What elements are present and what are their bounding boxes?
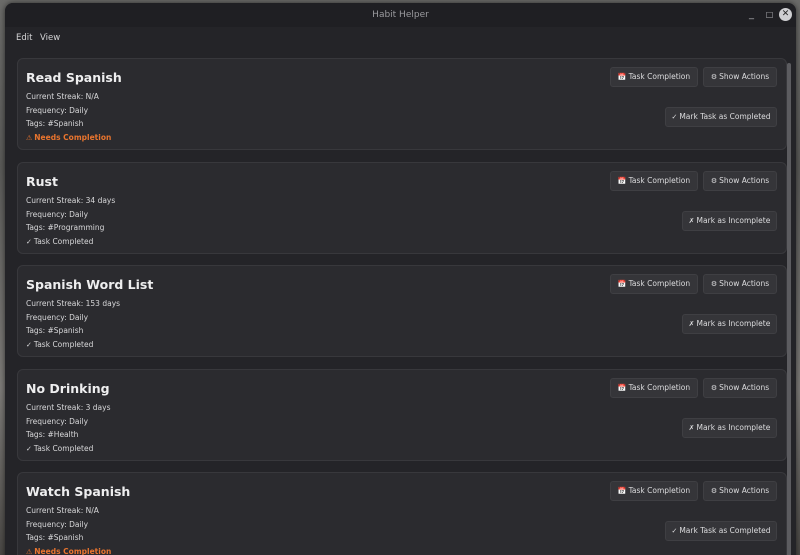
habit-status: ✓ Task Completed xyxy=(26,237,93,246)
gear-icon: ⚙ xyxy=(710,177,718,185)
show-actions-button[interactable]: ⚙ Show Actions xyxy=(703,67,777,87)
habit-card: Read Spanish Current Streak: N/A Frequen… xyxy=(17,58,787,150)
habit-card: Rust Current Streak: 34 days Frequency: … xyxy=(17,162,787,254)
habit-streak: Current Streak: N/A xyxy=(26,506,99,515)
mark-incomplete-button[interactable]: ✗ Mark as Incomplete xyxy=(682,418,777,438)
scrollbar[interactable] xyxy=(787,63,791,555)
mark-button-label: Mark as Incomplete xyxy=(696,216,771,225)
cross-icon: ✗ xyxy=(688,217,695,225)
calendar-icon: 📅 xyxy=(617,487,627,495)
minimize-icon[interactable]: _ xyxy=(745,8,758,21)
habit-status: ✓ Task Completed xyxy=(26,444,93,453)
cross-icon: ✗ xyxy=(688,424,695,432)
habit-name: Rust xyxy=(26,174,58,189)
habit-tags: Tags: #Programming xyxy=(26,223,105,232)
warning-icon: ⚠ xyxy=(26,134,33,142)
title-bar: Habit Helper _ □ ✕ xyxy=(5,3,796,27)
task-completion-button[interactable]: 📅 Task Completion xyxy=(610,378,698,398)
task-completion-button[interactable]: 📅 Task Completion xyxy=(610,481,698,501)
habit-name: Spanish Word List xyxy=(26,277,154,292)
mark-button-label: Mark as Incomplete xyxy=(696,423,771,432)
mark-button-label: Mark Task as Completed xyxy=(679,526,771,535)
show-actions-label: Show Actions xyxy=(719,383,770,392)
check-icon: ✓ xyxy=(671,113,678,121)
task-completion-button[interactable]: 📅 Task Completion xyxy=(610,171,698,191)
habit-tags: Tags: #Spanish xyxy=(26,533,84,542)
habit-status: ⚠ Needs Completion xyxy=(26,547,111,555)
habit-streak: Current Streak: 3 days xyxy=(26,403,111,412)
habit-card: Spanish Word List Current Streak: 153 da… xyxy=(17,265,787,357)
habit-card: No Drinking Current Streak: 3 days Frequ… xyxy=(17,369,787,461)
habit-streak: Current Streak: N/A xyxy=(26,92,99,101)
habit-tags: Tags: #Spanish xyxy=(26,326,84,335)
habit-frequency: Frequency: Daily xyxy=(26,210,89,219)
show-actions-button[interactable]: ⚙ Show Actions xyxy=(703,171,777,191)
habit-name: Read Spanish xyxy=(26,70,122,85)
task-completion-label: Task Completion xyxy=(628,279,691,288)
habit-status-label: Task Completed xyxy=(33,444,94,453)
calendar-icon: 📅 xyxy=(617,177,627,185)
task-completion-button[interactable]: 📅 Task Completion xyxy=(610,274,698,294)
task-completion-label: Task Completion xyxy=(628,72,691,81)
habit-name: Watch Spanish xyxy=(26,484,131,499)
habit-streak: Current Streak: 153 days xyxy=(26,299,121,308)
task-completion-label: Task Completion xyxy=(628,383,691,392)
mark-incomplete-button[interactable]: ✗ Mark as Incomplete xyxy=(682,314,777,334)
habit-frequency: Frequency: Daily xyxy=(26,313,89,322)
show-actions-label: Show Actions xyxy=(719,486,770,495)
check-icon: ✓ xyxy=(26,238,32,246)
show-actions-label: Show Actions xyxy=(719,72,770,81)
menu-edit[interactable]: Edit xyxy=(16,33,32,43)
habit-status-label: Task Completed xyxy=(33,340,94,349)
check-icon: ✓ xyxy=(26,341,32,349)
task-completion-button[interactable]: 📅 Task Completion xyxy=(610,67,698,87)
habit-tags: Tags: #Spanish xyxy=(26,119,84,128)
menu-view[interactable]: View xyxy=(40,33,60,43)
gear-icon: ⚙ xyxy=(710,280,718,288)
menu-bar: Edit View xyxy=(5,27,796,49)
calendar-icon: 📅 xyxy=(617,384,627,392)
check-icon: ✓ xyxy=(671,527,678,535)
task-completion-label: Task Completion xyxy=(628,486,691,495)
show-actions-label: Show Actions xyxy=(719,176,770,185)
show-actions-label: Show Actions xyxy=(719,279,770,288)
gear-icon: ⚙ xyxy=(710,487,718,495)
habit-status: ⚠ Needs Completion xyxy=(26,133,111,142)
habit-status-label: Task Completed xyxy=(33,237,94,246)
calendar-icon: 📅 xyxy=(617,280,627,288)
mark-completed-button[interactable]: ✓ Mark Task as Completed xyxy=(665,521,777,541)
check-icon: ✓ xyxy=(26,445,32,453)
habit-frequency: Frequency: Daily xyxy=(26,417,89,426)
mark-incomplete-button[interactable]: ✗ Mark as Incomplete xyxy=(682,211,777,231)
mark-button-label: Mark Task as Completed xyxy=(679,112,771,121)
gear-icon: ⚙ xyxy=(710,384,718,392)
mark-completed-button[interactable]: ✓ Mark Task as Completed xyxy=(665,107,777,127)
habit-frequency: Frequency: Daily xyxy=(26,106,89,115)
cross-icon: ✗ xyxy=(688,320,695,328)
calendar-icon: 📅 xyxy=(617,73,627,81)
show-actions-button[interactable]: ⚙ Show Actions xyxy=(703,481,777,501)
habit-name: No Drinking xyxy=(26,381,110,396)
show-actions-button[interactable]: ⚙ Show Actions xyxy=(703,378,777,398)
mark-button-label: Mark as Incomplete xyxy=(696,319,771,328)
habit-status-label: Needs Completion xyxy=(34,547,112,555)
warning-icon: ⚠ xyxy=(26,548,33,555)
show-actions-button[interactable]: ⚙ Show Actions xyxy=(703,274,777,294)
window-title: Habit Helper xyxy=(372,10,429,20)
close-icon[interactable]: ✕ xyxy=(779,8,792,21)
habit-streak: Current Streak: 34 days xyxy=(26,196,116,205)
habit-card: Watch Spanish Current Streak: N/A Freque… xyxy=(17,472,787,555)
gear-icon: ⚙ xyxy=(710,73,718,81)
maximize-icon[interactable]: □ xyxy=(763,8,776,21)
habit-frequency: Frequency: Daily xyxy=(26,520,89,529)
app-window: Habit Helper _ □ ✕ Edit View Read Spanis… xyxy=(5,3,796,555)
habit-status-label: Needs Completion xyxy=(34,133,112,142)
task-completion-label: Task Completion xyxy=(628,176,691,185)
habit-tags: Tags: #Health xyxy=(26,430,79,439)
habit-status: ✓ Task Completed xyxy=(26,340,93,349)
